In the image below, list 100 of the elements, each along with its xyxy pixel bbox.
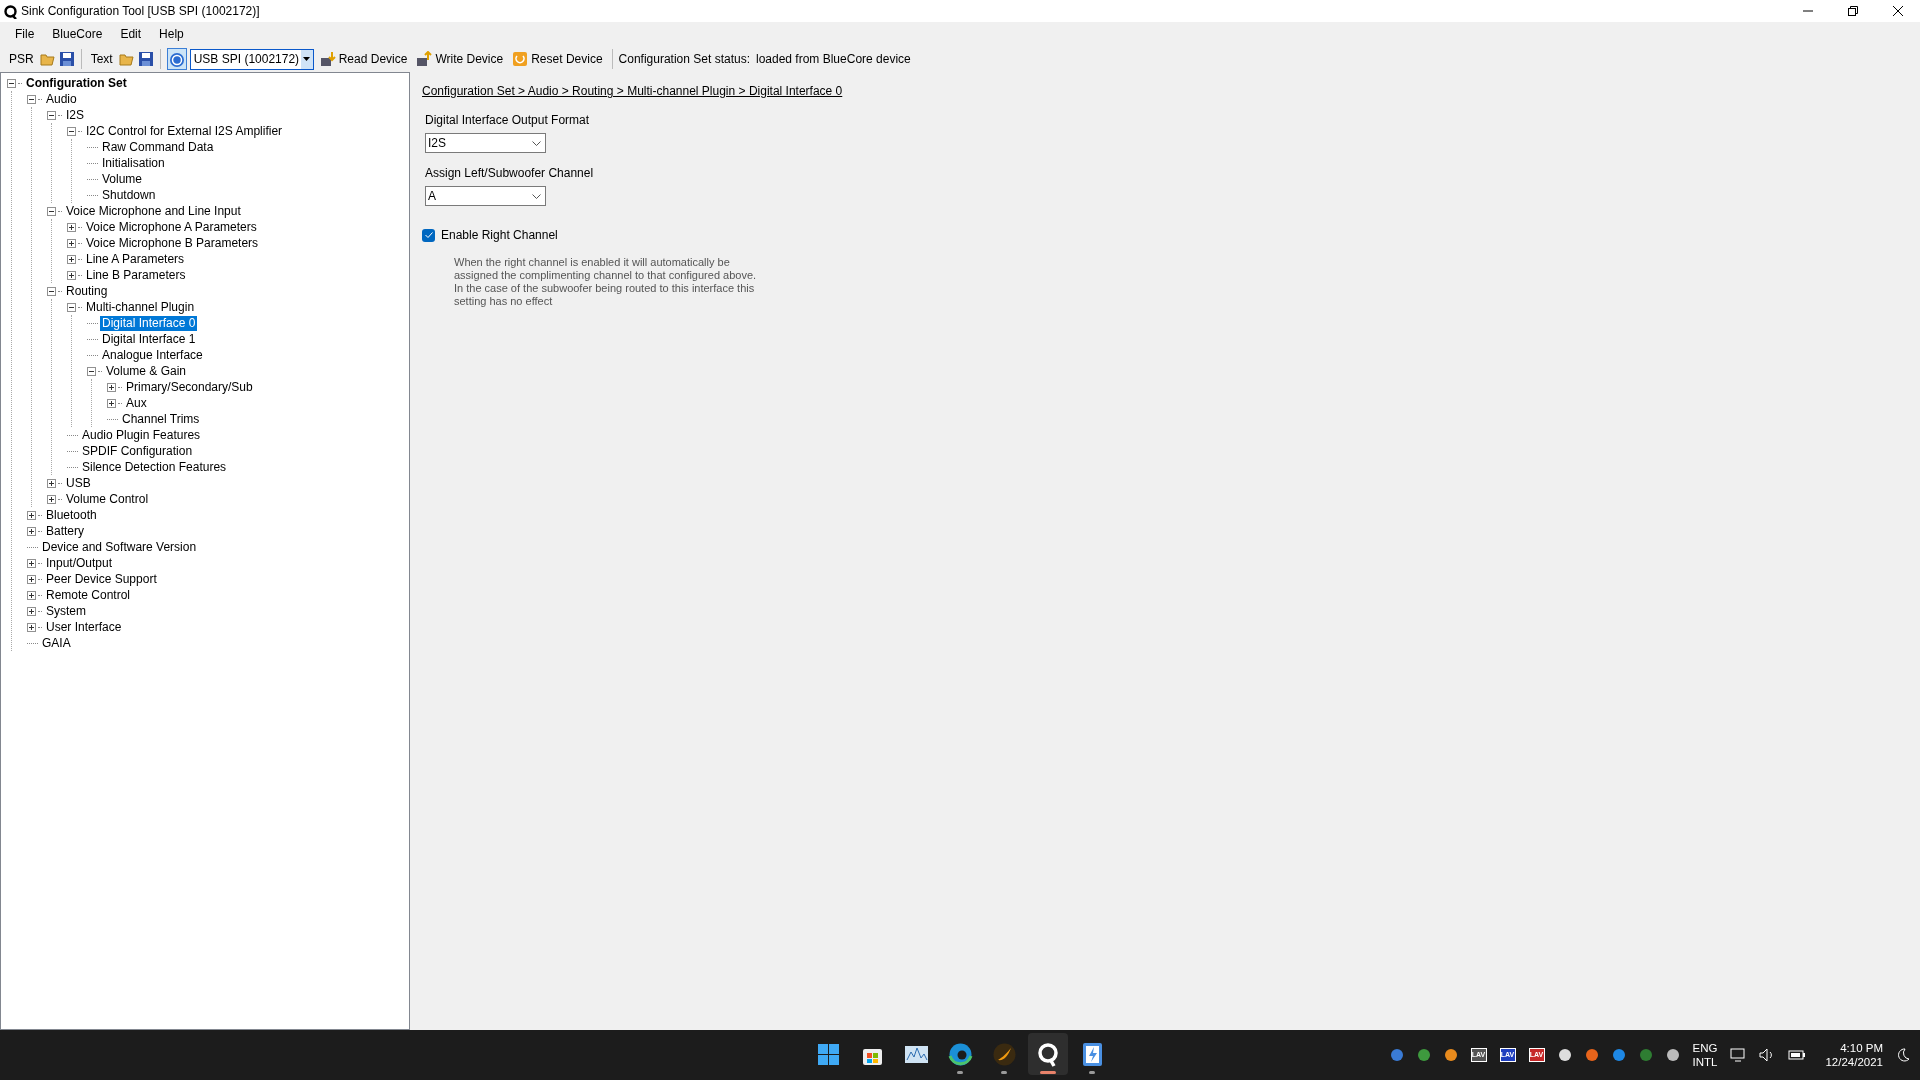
tray-app-icon[interactable]	[1443, 1048, 1458, 1062]
tree-item[interactable]: Multi-channel Plugin	[84, 299, 197, 315]
field-label: Digital Interface Output Format	[425, 112, 591, 129]
tree-item[interactable]: SPDIF Configuration	[80, 443, 195, 459]
clock-date[interactable]: 12/24/2021	[1825, 1055, 1883, 1070]
menu-item[interactable]: Edit	[113, 23, 149, 45]
tree-item[interactable]: Primary/Secondary/Sub	[124, 379, 255, 395]
expander-icon[interactable]	[47, 206, 56, 216]
expander-icon[interactable]	[67, 254, 76, 264]
help-text: When the right channel is enabled it will automatically be assigned the complimenting channel to that configured above. In the case of the subwoofer being routed to this interface this setting has no effect	[454, 256, 758, 308]
expander-icon[interactable]	[27, 94, 36, 104]
tree-item[interactable]: Remote Control	[44, 587, 133, 603]
tree-item[interactable]: I2S	[64, 107, 86, 123]
tree-item[interactable]: System	[44, 603, 88, 619]
tree-item[interactable]: Battery	[44, 523, 86, 539]
chip-arrow-icon	[319, 51, 336, 67]
moon-icon[interactable]	[1896, 1048, 1910, 1062]
language-indicator[interactable]: INTL	[1692, 1055, 1718, 1070]
tree-item[interactable]: Bluetooth	[44, 507, 99, 523]
expander-icon[interactable]	[27, 558, 36, 568]
tree-item[interactable]: Analogue Interface	[100, 347, 205, 363]
expander-icon[interactable]	[67, 302, 76, 312]
expander-icon[interactable]	[107, 398, 116, 408]
expander-icon[interactable]	[67, 238, 76, 248]
tree-item[interactable]: Volume & Gain	[104, 363, 189, 379]
battery-icon[interactable]	[1788, 1049, 1807, 1061]
tree-item[interactable]: Line B Parameters	[84, 267, 188, 283]
tree-item[interactable]: USB	[64, 475, 93, 491]
windows-logo-icon[interactable]	[815, 1041, 841, 1067]
expander-icon[interactable]	[47, 478, 56, 488]
tree-item[interactable]: Voice Microphone A Parameters	[84, 219, 259, 235]
tree-item[interactable]: Volume	[100, 171, 145, 187]
chip-arrow-icon	[416, 51, 433, 67]
expander-icon[interactable]	[67, 270, 76, 280]
tree-item[interactable]: Shutdown	[100, 187, 158, 203]
expander-icon[interactable]	[27, 606, 36, 616]
tree-item[interactable]: Voice Microphone and Line Input	[64, 203, 243, 219]
dropdown-field[interactable]: A	[425, 186, 546, 206]
reset-icon	[512, 51, 529, 67]
breadcrumb-link[interactable]: Configuration Set > Audio > Routing > Multi-channel Plugin > Digital Interface 0	[422, 82, 1908, 100]
tree-item[interactable]: Channel Trims	[120, 411, 202, 427]
tree-item[interactable]: Routing	[64, 283, 110, 299]
help-button[interactable]	[166, 48, 187, 70]
expander-icon[interactable]	[27, 510, 36, 520]
expander-icon[interactable]	[67, 126, 76, 136]
tree-item[interactable]: Initialisation	[100, 155, 167, 171]
flame-icon[interactable]	[991, 1041, 1017, 1067]
expander-icon[interactable]	[107, 382, 116, 392]
tree-item[interactable]: GAIA	[40, 635, 73, 651]
tree-item[interactable]: Volume Control	[64, 491, 151, 507]
tree-item[interactable]: Audio Plugin Features	[80, 427, 203, 443]
tree-item[interactable]: Device and Software Version	[40, 539, 199, 555]
tree-item[interactable]: Audio	[44, 91, 79, 107]
q-logo-icon[interactable]	[1035, 1041, 1061, 1067]
expander-icon[interactable]	[27, 574, 36, 584]
tree-item[interactable]: Raw Command Data	[100, 139, 216, 155]
dropdown-field[interactable]: I2S	[425, 133, 546, 153]
tree-item[interactable]: Line A Parameters	[84, 251, 187, 267]
expander-icon[interactable]	[47, 110, 56, 120]
expander-icon[interactable]	[27, 526, 36, 536]
tray-app-icon[interactable]	[1584, 1048, 1599, 1062]
toolbar-button[interactable]: Write Device	[413, 50, 507, 68]
tray-app-icon[interactable]	[1665, 1048, 1680, 1062]
expander-icon[interactable]	[27, 590, 36, 600]
clock-time[interactable]: 4:10 PM	[1825, 1040, 1883, 1055]
checkbox[interactable]	[422, 228, 435, 242]
expander-icon[interactable]	[27, 622, 36, 632]
tray-app-icon[interactable]	[1557, 1048, 1572, 1062]
expander-icon[interactable]	[47, 286, 56, 296]
window-title: Sink Configuration Tool [USB SPI (1002172)]	[21, 3, 260, 20]
toolbar-button[interactable]: PSR	[6, 50, 37, 68]
expander-icon[interactable]	[7, 78, 16, 88]
tree-item[interactable]: Digital Interface 0	[100, 315, 198, 331]
toolbar-button[interactable]: Read Device	[316, 50, 411, 68]
expander-icon[interactable]	[47, 494, 56, 504]
tree-item[interactable]: Voice Microphone B Parameters	[84, 235, 261, 251]
status-value: loaded from BlueCore device	[756, 51, 911, 68]
expander-icon[interactable]	[67, 222, 76, 232]
tree-item[interactable]: Input/Output	[44, 555, 115, 571]
tree-item[interactable]: Digital Interface 1	[100, 331, 198, 347]
chevron-icon	[532, 193, 541, 199]
language-indicator[interactable]: ENG	[1692, 1040, 1718, 1055]
check-icon	[424, 232, 433, 238]
tree-item[interactable]: Peer Device Support	[44, 571, 159, 587]
tree-item[interactable]: I2C Control for External I2S Amplifier	[84, 123, 285, 139]
tree-item[interactable]: Silence Detection Features	[80, 459, 229, 475]
checkbox-label[interactable]: Enable Right Channel	[441, 226, 558, 244]
menu-item[interactable]: File	[8, 23, 42, 45]
tree-item[interactable]: User Interface	[44, 619, 124, 635]
field-label: Assign Left/Subwoofer Channel	[425, 165, 595, 182]
tree-item[interactable]: Configuration Set	[24, 75, 129, 91]
tree-item[interactable]: Aux	[124, 395, 149, 411]
device-dropdown[interactable]: USB SPI (1002172)	[189, 48, 314, 70]
browser-icon[interactable]	[947, 1041, 973, 1067]
toolbar-button[interactable]: Text	[87, 50, 116, 68]
menu-item[interactable]: BlueCore	[45, 23, 110, 45]
network-icon[interactable]	[1730, 1048, 1747, 1062]
menu-item[interactable]: Help	[152, 23, 191, 45]
toolbar-button[interactable]: Reset Device	[509, 50, 606, 68]
expander-icon[interactable]	[87, 366, 96, 376]
